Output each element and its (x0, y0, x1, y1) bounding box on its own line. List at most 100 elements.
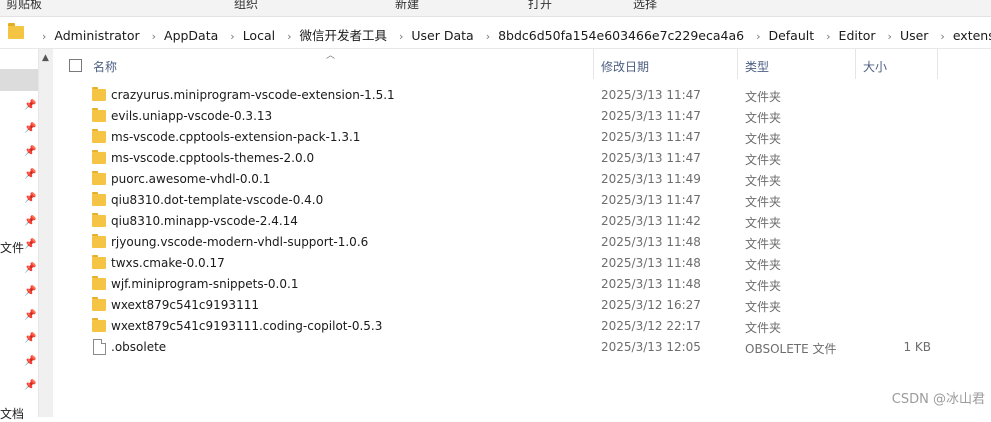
pin-icon[interactable]: 📌 (24, 286, 36, 297)
folder-icon (92, 150, 106, 164)
column-header-name[interactable]: 名称 (93, 58, 117, 75)
pin-icon[interactable]: 📌 (24, 333, 36, 344)
chevron-right-icon[interactable]: › (826, 30, 830, 43)
crumb-hash[interactable]: 8bdc6d50fa154e603466e7c229eca4a6 (498, 28, 744, 43)
pin-icon[interactable]: 📌 (24, 193, 36, 204)
file-date: 2025/3/13 11:47 (601, 130, 701, 144)
pin-icon[interactable]: 📌 (24, 216, 36, 227)
column-divider[interactable] (593, 49, 594, 79)
folder-icon (92, 129, 106, 143)
file-name: .obsolete (111, 340, 167, 354)
file-row[interactable]: ms-vscode.cpptools-themes-2.0.0 2025/3/1… (53, 148, 991, 169)
crumb-editor[interactable]: Editor (839, 28, 876, 43)
file-row[interactable]: twxs.cmake-0.0.17 2025/3/13 11:48 文件夹 (53, 253, 991, 274)
watermark-text: CSDN @冰山君 (891, 392, 985, 407)
crumb-administrator[interactable]: Administrator (54, 28, 139, 43)
folder-icon (92, 192, 106, 206)
file-name: qiu8310.dot-template-vscode-0.4.0 (111, 193, 324, 207)
file-name: twxs.cmake-0.0.17 (111, 256, 225, 270)
crumb-wechat-devtools[interactable]: 微信开发者工具 (299, 28, 387, 43)
crumb-appdata[interactable]: AppData (164, 28, 218, 43)
pin-icon[interactable]: 📌 (24, 263, 36, 274)
crumb-extensions[interactable]: extensions (953, 28, 991, 43)
file-type: 文件夹 (745, 216, 782, 230)
nav-label-documents[interactable]: 文档 (0, 405, 24, 422)
file-row[interactable]: wxext879c541c9193111 2025/3/12 16:27 文件夹 (53, 295, 991, 316)
column-divider[interactable] (937, 49, 938, 79)
column-header-type[interactable]: 类型 (745, 58, 769, 75)
file-row[interactable]: evils.uniapp-vscode-0.3.13 2025/3/13 11:… (53, 106, 991, 127)
column-header-size[interactable]: 大小 (863, 58, 887, 75)
chevron-right-icon[interactable]: › (888, 30, 892, 43)
pin-icon[interactable]: 📌 (24, 100, 36, 111)
file-date: 2025/3/12 16:27 (601, 298, 701, 312)
column-divider[interactable] (737, 49, 738, 79)
file-date: 2025/3/13 11:49 (601, 172, 701, 186)
crumb-user-data[interactable]: User Data (411, 28, 473, 43)
file-type: 文件夹 (745, 258, 782, 272)
crumb-default[interactable]: Default (768, 28, 814, 43)
pin-icon[interactable]: 📌 (24, 123, 36, 134)
file-date: 2025/3/13 11:42 (601, 214, 701, 228)
file-name: ms-vscode.cpptools-themes-2.0.0 (111, 151, 315, 165)
column-header-date[interactable]: 修改日期 (601, 58, 649, 75)
nav-scrollbar[interactable]: ▲ (38, 49, 53, 417)
pin-icon[interactable]: 📌 (24, 310, 36, 321)
scroll-up-icon[interactable]: ▲ (42, 53, 49, 63)
pin-icon[interactable]: 📌 (24, 380, 36, 391)
file-row[interactable]: crazyurus.miniprogram-vscode-extension-1… (53, 85, 991, 106)
file-row[interactable]: wjf.miniprogram-snippets-0.0.1 2025/3/13… (53, 274, 991, 295)
file-name: puorc.awesome-vhdl-0.0.1 (111, 172, 271, 186)
nav-selected-item[interactable] (0, 69, 38, 91)
chevron-right-icon[interactable]: › (399, 30, 403, 43)
file-name: wxext879c541c9193111 (111, 298, 259, 312)
file-type: 文件夹 (745, 111, 782, 125)
file-type: 文件夹 (745, 195, 782, 209)
file-date: 2025/3/13 12:05 (601, 340, 701, 354)
column-divider[interactable] (855, 49, 856, 79)
file-row[interactable]: qiu8310.minapp-vscode-2.4.14 2025/3/13 1… (53, 211, 991, 232)
ribbon-label-open: 打开 (528, 0, 553, 11)
chevron-right-icon[interactable]: › (940, 30, 944, 43)
folder-icon (92, 297, 106, 311)
chevron-right-icon[interactable]: › (42, 30, 46, 43)
address-bar[interactable]: › Administrator › AppData › Local › 微信开发者工具 … (0, 18, 991, 49)
ribbon-label-clipboard: 剪贴板 (6, 0, 43, 11)
folder-icon (8, 23, 24, 39)
select-all-checkbox[interactable] (69, 59, 82, 72)
file-name: crazyurus.miniprogram-vscode-extension-1… (111, 88, 395, 102)
pin-icon[interactable]: 📌 (24, 356, 36, 367)
file-row[interactable]: qiu8310.dot-template-vscode-0.4.0 2025/3… (53, 190, 991, 211)
file-type: 文件夹 (745, 237, 782, 251)
file-icon (93, 339, 106, 355)
crumb-user[interactable]: User (900, 28, 929, 43)
folder-icon (92, 171, 106, 185)
file-name: qiu8310.minapp-vscode-2.4.14 (111, 214, 298, 228)
pin-icon[interactable]: 📌 (24, 239, 36, 250)
crumb-local[interactable]: Local (243, 28, 275, 43)
chevron-right-icon[interactable]: › (486, 30, 490, 43)
file-date: 2025/3/12 22:17 (601, 319, 701, 333)
chevron-right-icon[interactable]: › (287, 30, 291, 43)
file-name: wjf.miniprogram-snippets-0.0.1 (111, 277, 299, 291)
file-row[interactable]: wxext879c541c9193111.coding-copilot-0.5.… (53, 316, 991, 337)
file-name: ms-vscode.cpptools-extension-pack-1.3.1 (111, 130, 361, 144)
folder-icon (92, 234, 106, 248)
file-row[interactable]: .obsolete 2025/3/13 12:05 OBSOLETE 文件 1 … (53, 337, 991, 358)
file-row[interactable]: puorc.awesome-vhdl-0.0.1 2025/3/13 11:49… (53, 169, 991, 190)
folder-icon (92, 213, 106, 227)
breadcrumb: › Administrator › AppData › Local › 微信开发者工具 … (34, 25, 991, 44)
navigation-pane[interactable]: 📌 📌 📌 📌 📌 📌 📌 文件 📌 📌 📌 📌 📌 📌 文档 (0, 49, 38, 421)
folder-icon (92, 87, 106, 101)
file-date: 2025/3/13 11:47 (601, 193, 701, 207)
nav-label-files[interactable]: 文件 (0, 239, 24, 256)
pin-icon[interactable]: 📌 (24, 146, 36, 157)
chevron-right-icon[interactable]: › (756, 30, 760, 43)
file-date: 2025/3/13 11:47 (601, 88, 701, 102)
file-type: OBSOLETE 文件 (745, 342, 837, 356)
chevron-right-icon[interactable]: › (152, 30, 156, 43)
chevron-right-icon[interactable]: › (230, 30, 234, 43)
pin-icon[interactable]: 📌 (24, 169, 36, 180)
file-row[interactable]: rjyoung.vscode-modern-vhdl-support-1.0.6… (53, 232, 991, 253)
file-row[interactable]: ms-vscode.cpptools-extension-pack-1.3.1 … (53, 127, 991, 148)
